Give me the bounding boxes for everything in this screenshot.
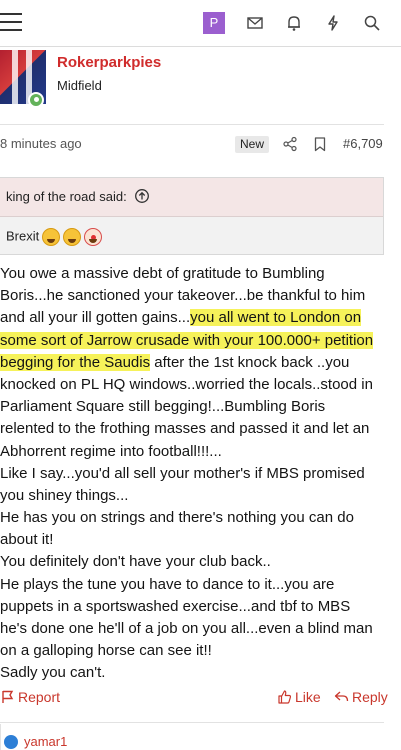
- post-text: about it!: [0, 531, 54, 549]
- online-status-icon: [28, 92, 44, 108]
- bell-icon[interactable]: [285, 14, 303, 32]
- post-text-line: Sadly you can't.: [0, 662, 401, 684]
- post-timestamp[interactable]: 8 minutes ago: [0, 136, 82, 151]
- post-author-name[interactable]: Rokerparkpies: [57, 54, 161, 71]
- post-text-line: Abhorrent regime into football!!!...: [0, 441, 401, 463]
- post-text-line: He plays the tune you have to dance to i…: [0, 574, 401, 596]
- post-text: he's done one he'll of a job on you all.…: [0, 620, 373, 637]
- post-text-line: on a galloping horse can see it!!: [0, 640, 401, 662]
- reply-icon: [334, 691, 349, 702]
- quote-body-text: Brexit: [6, 228, 40, 244]
- post-text-line: about it!: [0, 529, 401, 551]
- post-text-line: begging for the Saudis after the 1st kno…: [0, 352, 401, 374]
- post-text-line: puppets in a sportswashed exercise...and…: [0, 596, 401, 618]
- post-text: knocked on PL HQ windows..worried the lo…: [0, 375, 373, 393]
- post-text: He plays the tune you have to dance to i…: [0, 575, 335, 593]
- like-reaction-icon: [4, 735, 18, 749]
- post-text: You owe a massive debt of gratitude to B…: [0, 265, 325, 282]
- post-text: and all your ill gotten gains...: [0, 309, 191, 327]
- laughing-emoji-icon: [63, 228, 82, 246]
- post-text-line: he's done one he'll of a job on you all.…: [0, 618, 401, 640]
- quote-block: king of the road said: Brexit: [0, 177, 384, 255]
- highlighted-text: you all went to London on: [190, 309, 362, 327]
- post-body: You owe a massive debt of gratitude to B…: [0, 263, 401, 685]
- bookmark-icon[interactable]: [312, 136, 328, 152]
- quote-author[interactable]: king of the road said:: [6, 189, 127, 204]
- divider: [0, 124, 384, 125]
- reply-button[interactable]: Reply: [334, 689, 388, 705]
- post-text-line: relented to the frothing masses and pass…: [0, 418, 401, 440]
- menu-icon[interactable]: [0, 13, 22, 31]
- post-text-line: you shiney things...: [0, 485, 401, 507]
- post-text-line: Like I say...you'd all sell your mother'…: [0, 463, 401, 485]
- top-navigation-bar: P: [0, 0, 401, 47]
- new-badge: New: [235, 136, 270, 153]
- post-text-line: and all your ill gotten gains...you all …: [0, 307, 401, 329]
- post-text-line: Parliament Square still begging!...Bumbl…: [0, 396, 401, 418]
- reply-label: Reply: [352, 689, 388, 705]
- report-button[interactable]: Report: [0, 689, 60, 705]
- share-icon[interactable]: [282, 136, 298, 152]
- post-text: on a galloping horse can see it!!: [0, 642, 212, 660]
- post-text: relented to the frothing masses and pass…: [0, 420, 370, 438]
- user-menu-avatar[interactable]: P: [203, 12, 225, 34]
- post-text: Like I say...you'd all sell your mother'…: [0, 464, 365, 482]
- thumbs-up-icon: [278, 690, 292, 704]
- divider: [0, 722, 384, 723]
- flag-icon: [2, 690, 14, 703]
- like-label: Like: [295, 689, 321, 705]
- report-label: Report: [18, 689, 61, 705]
- quote-header: king of the road said:: [0, 178, 383, 217]
- quote-text: Brexit: [6, 228, 103, 246]
- arrow-up-circle-icon[interactable]: [134, 188, 150, 204]
- post-text: after the 1st knock back ..you: [150, 353, 350, 371]
- post-text: He has you on strings and there's nothin…: [0, 509, 354, 527]
- post-text: Boris...he sanctioned your takeover...be…: [0, 287, 366, 305]
- post-text-line: knocked on PL HQ windows..worried the lo…: [0, 374, 401, 396]
- laughing-emoji-icon: [42, 228, 61, 246]
- post-text: Sadly you can't.: [0, 664, 106, 682]
- highlighted-text: begging for the Saudis: [0, 353, 151, 371]
- post-text: you shiney things...: [0, 486, 129, 504]
- search-icon[interactable]: [363, 14, 381, 32]
- user-title: Midfield: [57, 78, 102, 93]
- post-text-line: He has you on strings and there's nothin…: [0, 507, 401, 529]
- post-number[interactable]: #6,709: [343, 136, 383, 151]
- clown-emoji-icon: [84, 228, 103, 246]
- post-text-line: You owe a massive debt of gratitude to B…: [0, 263, 401, 285]
- post-text-line: Boris...he sanctioned your takeover...be…: [0, 285, 401, 307]
- liked-by-user[interactable]: yamar1: [24, 734, 67, 749]
- post-text: puppets in a sportswashed exercise...and…: [0, 597, 351, 615]
- post-text-line: some sort of Jarrow crusade with your 10…: [0, 330, 401, 352]
- post-text: Parliament Square still begging!...Bumbl…: [0, 398, 326, 416]
- envelope-icon[interactable]: [246, 14, 264, 32]
- bolt-icon[interactable]: [324, 14, 342, 32]
- post-text-line: You definitely don't have your club back…: [0, 551, 401, 573]
- post-text: Abhorrent regime into football!!!...: [0, 442, 222, 460]
- highlighted-text: some sort of Jarrow crusade with your 10…: [0, 331, 374, 349]
- post-text: You definitely don't have your club back…: [0, 553, 271, 571]
- like-button[interactable]: Like: [277, 689, 321, 705]
